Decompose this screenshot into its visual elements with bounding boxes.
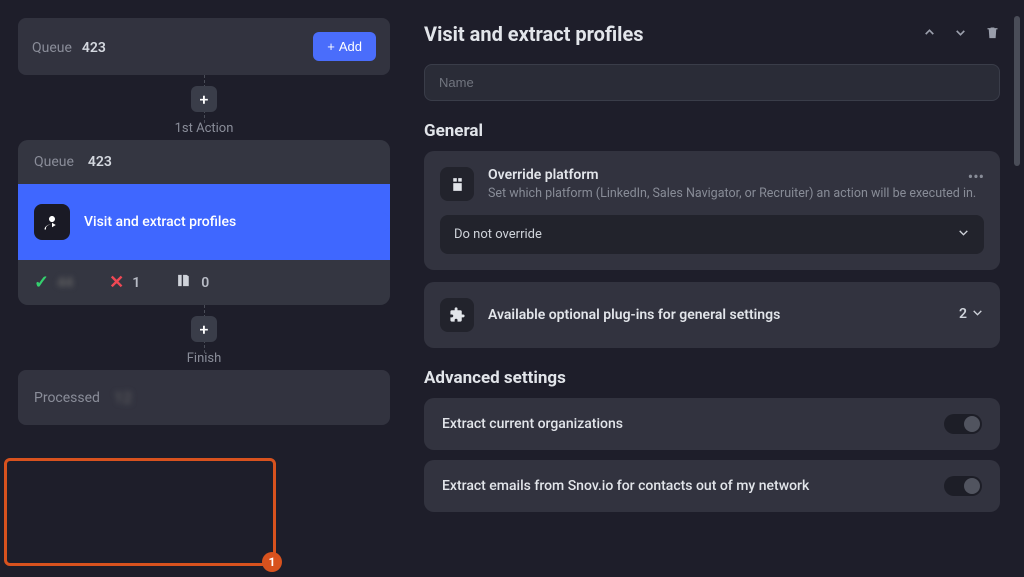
override-title: Override platform xyxy=(488,167,976,183)
action-queue-label: Queue xyxy=(34,154,74,170)
annotation-highlight: 1 xyxy=(4,458,276,566)
override-select[interactable]: Do not override xyxy=(440,215,984,254)
x-icon: ✕ xyxy=(109,272,124,293)
stat-other-count: 0 xyxy=(201,275,209,291)
queue-label: Queue xyxy=(32,40,72,56)
profile-visit-icon xyxy=(34,204,70,240)
panel-title: Visit and extract profiles xyxy=(424,22,644,46)
queue-header-card: Queue 423 + Add xyxy=(18,18,390,75)
toggle-switch[interactable] xyxy=(944,476,982,496)
stat-success: ✓ 44 xyxy=(34,272,73,293)
action-ordinal-label: 1st Action xyxy=(18,121,390,136)
plugins-card[interactable]: Available optional plug-ins for general … xyxy=(424,282,1000,348)
more-options-button[interactable]: ••• xyxy=(968,167,984,186)
add-node-button[interactable]: + xyxy=(191,86,217,112)
scrollbar[interactable] xyxy=(1014,16,1020,565)
stat-success-count: 44 xyxy=(57,275,73,291)
toggle-label: Extract current organizations xyxy=(442,416,623,432)
collapse-up-button[interactable] xyxy=(923,26,936,42)
collapse-down-button[interactable] xyxy=(954,26,967,42)
stat-fail: ✕ 1 xyxy=(109,272,140,293)
chevron-down-icon xyxy=(971,306,984,323)
platform-icon xyxy=(440,167,474,201)
toggle-label: Extract emails from Snov.io for contacts… xyxy=(442,478,809,494)
toggle-extract-orgs: Extract current organizations xyxy=(424,398,1000,450)
section-advanced-heading: Advanced settings xyxy=(424,368,1000,388)
add-button-label: Add xyxy=(339,39,362,54)
action-queue-count: 423 xyxy=(88,154,112,170)
override-platform-card: Override platform Set which platform (Li… xyxy=(424,151,1000,270)
chevron-down-icon xyxy=(957,226,970,243)
connector: + xyxy=(18,305,390,353)
puzzle-icon xyxy=(440,298,474,332)
add-button[interactable]: + Add xyxy=(313,32,376,61)
books-icon xyxy=(176,272,193,293)
plugins-count: 2 xyxy=(959,306,967,323)
check-icon: ✓ xyxy=(34,272,49,293)
override-desc: Set which platform (LinkedIn, Sales Navi… xyxy=(488,185,976,203)
stat-fail-count: 1 xyxy=(132,275,140,291)
processed-label: Processed xyxy=(34,390,100,406)
override-selected-value: Do not override xyxy=(454,227,542,242)
action-title: Visit and extract profiles xyxy=(84,214,236,230)
plugins-title: Available optional plug-ins for general … xyxy=(488,307,780,323)
action-card: Queue 423 Visit and extract profiles ✓ 4… xyxy=(18,140,390,305)
processed-count: 12 xyxy=(114,388,132,407)
plus-icon: + xyxy=(327,39,335,54)
scrollbar-thumb[interactable] xyxy=(1014,16,1020,166)
add-node-button[interactable]: + xyxy=(191,316,217,342)
delete-button[interactable] xyxy=(985,25,1000,43)
queue-count: 423 xyxy=(82,40,106,56)
name-input[interactable] xyxy=(424,64,1000,101)
toggle-switch[interactable] xyxy=(944,414,982,434)
connector: + xyxy=(18,75,390,123)
action-stats: ✓ 44 ✕ 1 0 xyxy=(18,260,390,305)
finish-label: Finish xyxy=(18,351,390,366)
annotation-badge: 1 xyxy=(262,552,282,572)
section-general-heading: General xyxy=(424,121,1000,141)
action-selected-row[interactable]: Visit and extract profiles xyxy=(18,184,390,260)
processed-card: Processed 12 xyxy=(18,370,390,425)
stat-other: 0 xyxy=(176,272,209,293)
toggle-extract-emails: Extract emails from Snov.io for contacts… xyxy=(424,460,1000,512)
